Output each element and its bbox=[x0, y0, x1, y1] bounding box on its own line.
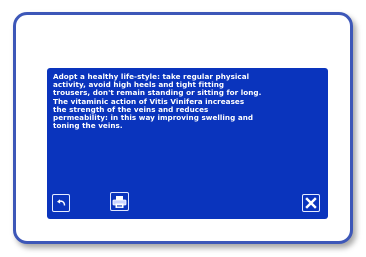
print-button[interactable] bbox=[110, 192, 129, 211]
info-message: Adopt a healthy life-style: take regular… bbox=[53, 72, 262, 131]
back-button[interactable] bbox=[52, 194, 70, 212]
back-arrow-icon bbox=[57, 199, 66, 206]
close-icon bbox=[305, 197, 317, 209]
info-screen: Adopt a healthy life-style: take regular… bbox=[47, 68, 328, 219]
printer-icon bbox=[112, 195, 127, 208]
close-button[interactable] bbox=[302, 194, 320, 212]
